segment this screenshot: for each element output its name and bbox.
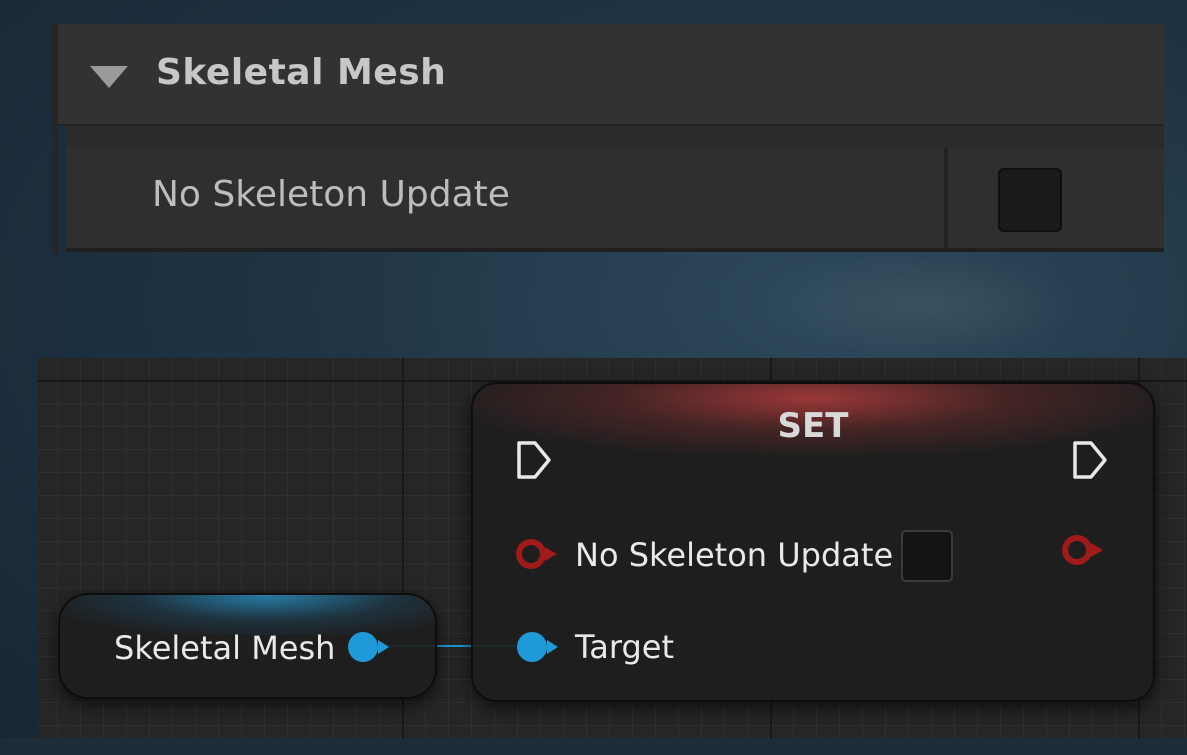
bool-pin-icon[interactable] — [515, 538, 561, 570]
get-node-label: Skeletal Mesh — [114, 629, 336, 667]
set-node[interactable]: SET No Skeleton Update Target — [471, 382, 1155, 702]
set-node-title: SET — [777, 406, 849, 446]
object-pin-icon[interactable] — [515, 630, 561, 664]
bool-pin-label: No Skeleton Update — [575, 536, 894, 574]
exec-pin-icon[interactable] — [1071, 440, 1109, 480]
target-pin-label: Target — [575, 628, 674, 666]
get-node[interactable]: Skeletal Mesh — [58, 593, 437, 699]
object-pin-icon[interactable] — [346, 630, 392, 664]
pin-checkbox[interactable] — [901, 530, 953, 582]
bool-pin-icon[interactable] — [1061, 534, 1107, 566]
bottom-strip — [0, 738, 1187, 755]
exec-pin-icon[interactable] — [515, 440, 553, 480]
